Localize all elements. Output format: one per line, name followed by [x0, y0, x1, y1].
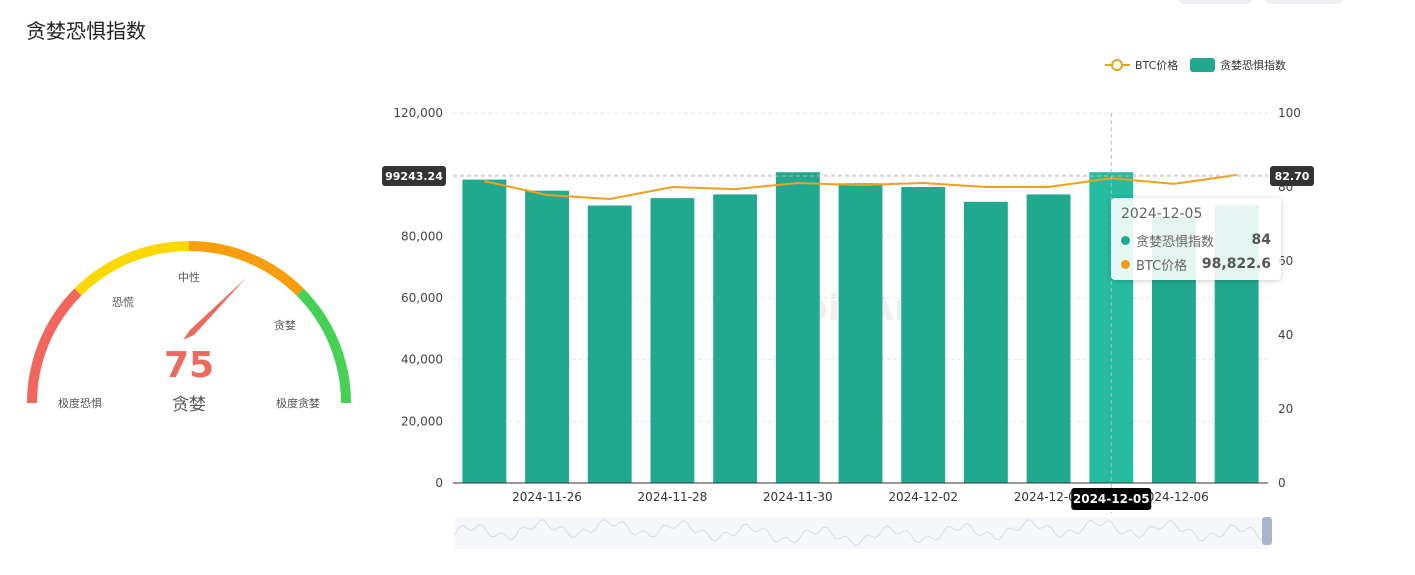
btc-price-point [797, 182, 799, 184]
tooltip-fgi-value: 84 [1251, 232, 1271, 248]
chart-tooltip: 2024-12-05 贪婪恐惧指数 84 BTC价格 98,822.6 [1111, 198, 1281, 280]
btc-price-point [985, 186, 987, 188]
fgi-bar [525, 190, 569, 483]
btc-price-point [734, 188, 736, 190]
btc-price-point [546, 194, 548, 196]
x-tick-label: 2024-11-26 [512, 490, 582, 504]
fgi-dot-icon [1121, 235, 1130, 245]
btc-price-point [922, 182, 924, 184]
fgi-btc-chart: 020,00040,00060,00080,000100,000120,0000… [382, 58, 1314, 549]
btc-price-point [1236, 174, 1238, 176]
right-tick-label: 100 [1278, 106, 1301, 120]
tooltip-btc-value: 98,822.6 [1201, 256, 1271, 272]
fgi-bar [775, 172, 820, 483]
btc-price-point [860, 184, 861, 186]
btc-price-point [671, 186, 673, 188]
fgi-bar [462, 179, 507, 483]
right-tick-label: 40 [1278, 328, 1293, 342]
datazoom-handle[interactable] [1262, 517, 1272, 545]
legend-btc-icon [1111, 59, 1123, 71]
legend-fgi-label[interactable]: 贪婪恐惧指数 [1220, 58, 1286, 72]
legend-fgi-icon [1190, 58, 1215, 72]
fgi-bar [650, 198, 695, 483]
fgi-bar [963, 201, 1008, 484]
fgi-bar [713, 194, 758, 483]
btc-price-point [483, 180, 485, 182]
btc-price-point [609, 198, 611, 200]
right-tick-label: 0 [1278, 476, 1286, 490]
left-tick-label: 80,000 [401, 229, 443, 243]
tooltip-btc-label: BTC价格 [1136, 258, 1188, 274]
btc-price-point [1048, 186, 1050, 188]
axis-pointer-x-label: 2024-12-05 [1073, 492, 1150, 506]
axis-pointer-left-label: 99243.24 [385, 170, 443, 183]
left-tick-label: 20,000 [401, 414, 443, 428]
x-tick-label: 2024-11-30 [763, 490, 833, 504]
tooltip-date: 2024-12-05 [1121, 206, 1203, 222]
right-tick-label: 20 [1278, 402, 1293, 416]
btc-dot-icon [1121, 259, 1130, 269]
btc-price-point [1173, 183, 1175, 185]
fgi-bar [838, 183, 883, 484]
fgi-bar [1026, 194, 1071, 483]
x-tick-label: 2024-11-28 [638, 490, 708, 504]
fgi-bar [901, 187, 946, 483]
fgi-bar [587, 205, 632, 483]
left-tick-label: 60,000 [401, 291, 443, 305]
x-tick-label: 2024-12-02 [888, 490, 958, 504]
left-tick-label: 40,000 [401, 353, 443, 367]
tooltip-fgi-label: 贪婪恐惧指数 [1136, 234, 1215, 250]
left-tick-label: 120,000 [393, 106, 443, 120]
left-tick-label: 0 [435, 476, 443, 490]
legend-btc-label[interactable]: BTC价格 [1135, 58, 1178, 72]
axis-pointer-right-label: 82.70 [1275, 170, 1310, 183]
